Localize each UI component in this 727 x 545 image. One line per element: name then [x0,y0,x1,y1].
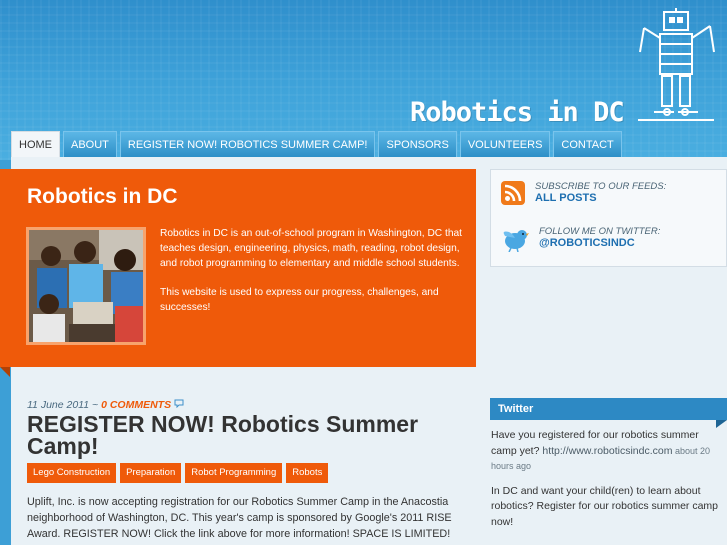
post-title[interactable]: REGISTER NOW! Robotics Summer Camp! [27,413,467,458]
post-meta: 11 June 2011 ~ 0 Comments [27,399,184,411]
students-photo-image [29,230,143,342]
all-posts-link[interactable]: All Posts [535,192,666,204]
nav-item-sponsors[interactable]: Sponsors [378,131,457,157]
tag-robots[interactable]: Robots [286,463,329,483]
tweet-item: In DC and want your child(ren) to learn … [491,484,721,531]
featured-title: Robotics in DC [27,185,178,208]
twitter-bird-icon[interactable] [501,226,529,252]
tweet-list: Have you registered for our robotics sum… [491,428,721,539]
twitter-widget-heading: Twitter [490,398,727,420]
tag-preparation[interactable]: Preparation [120,463,182,483]
featured-body: Robotics in DC is an out-of-school progr… [160,226,465,315]
site-logo[interactable]: Robotics in DC [410,84,625,128]
robot-logo-icon [638,8,715,121]
nav-item-about[interactable]: About [63,131,117,157]
subscribe-label: Subscribe to our feeds: [535,181,667,192]
nav-item-volunteers[interactable]: Volunteers [459,131,551,157]
post-body: Uplift, Inc. is now accepting registrati… [27,496,452,540]
rss-feed-row: Subscribe to our feeds: All Posts [501,181,666,205]
tweet-text: In DC and want your child(ren) to learn … [491,484,718,528]
subscribe-box: Subscribe to our feeds: All Posts Follow… [490,169,727,267]
comment-bubble-icon[interactable] [174,399,184,409]
logo-text: Robotics in DC [410,97,625,128]
twitter-fold-corner [716,420,727,428]
featured-paragraph-1: Robotics in DC is an out-of-school progr… [160,228,462,269]
tag-robot-programming[interactable]: Robot Programming [185,463,283,483]
twitter-follow-row: Follow me on Twitter: @roboticsindc [501,226,660,252]
featured-photo [26,227,146,345]
nav-item-register[interactable]: Register Now! Robotics Summer Camp! [119,131,376,157]
tweet-item: Have you registered for our robotics sum… [491,428,721,475]
post-date: 11 June 2011 ~ [27,399,102,411]
post-tags: Lego Construction Preparation Robot Prog… [27,463,329,483]
comments-link[interactable]: 0 Comments [101,399,171,411]
twitter-handle-link[interactable]: @roboticsindc [539,237,660,249]
main-nav: Home About Register Now! Robotics Summer… [11,131,622,157]
nav-item-contact[interactable]: Contact [553,131,622,157]
featured-fold-corner [0,367,10,377]
nav-item-home[interactable]: Home [11,131,60,157]
tag-lego-construction[interactable]: Lego Construction [27,463,117,483]
follow-label: Follow me on Twitter: [539,226,661,237]
rss-feed-icon[interactable] [501,181,525,205]
tweet-link[interactable]: http://www.roboticsindc.com [542,445,672,457]
featured-paragraph-2: This website is used to express our prog… [160,287,439,313]
